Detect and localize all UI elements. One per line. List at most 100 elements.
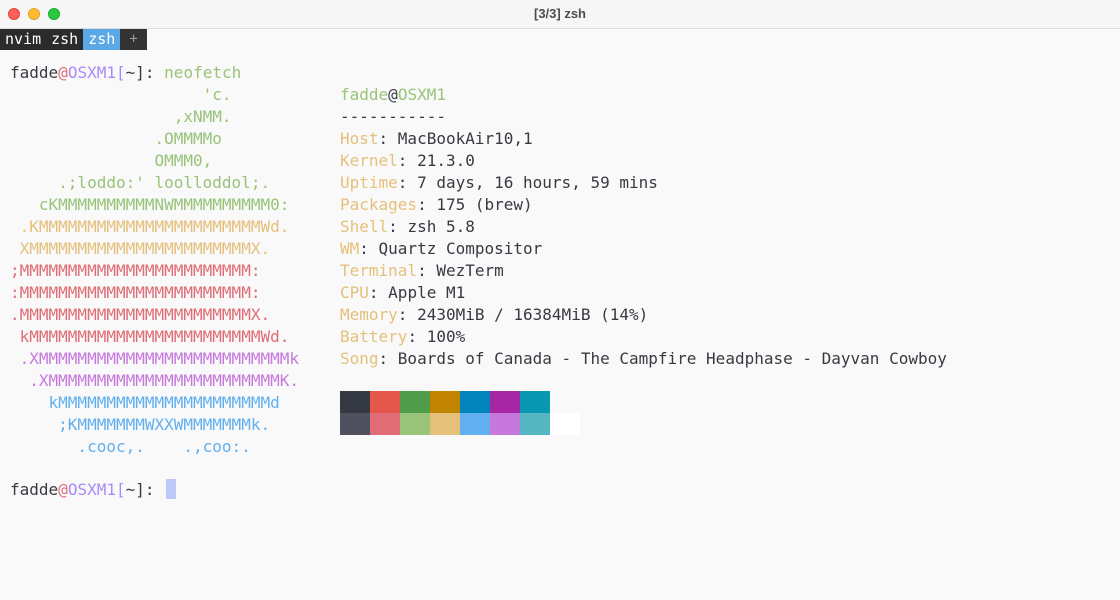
command-line: fadde@OSXM1[~]: neofetch bbox=[10, 62, 241, 84]
info-value: WezTerm bbox=[436, 261, 504, 280]
info-key-separator: : bbox=[368, 283, 389, 302]
info-row: Shell: zsh 5.8 bbox=[340, 216, 947, 238]
prompt-command: neofetch bbox=[164, 63, 242, 82]
info-value: Apple M1 bbox=[388, 283, 466, 302]
info-row: Terminal: WezTerm bbox=[340, 260, 947, 282]
logo-line: ;MMMMMMMMMMMMMMMMMMMMMMMM: bbox=[10, 261, 261, 280]
info-key: Uptime bbox=[340, 173, 398, 192]
info-key-separator: : bbox=[359, 239, 379, 258]
info-key-separator: : bbox=[378, 349, 398, 368]
color-swatch bbox=[370, 391, 400, 413]
info-key-separator: : bbox=[378, 129, 398, 148]
info-key-separator: : bbox=[417, 261, 437, 280]
prompt-bracket-close: ] bbox=[135, 480, 145, 499]
logo-line: kMMMMMMMMMMMMMMMMMMMMMMd bbox=[10, 393, 280, 412]
info-value: Quartz Compositor bbox=[378, 239, 543, 258]
color-swatch bbox=[460, 391, 490, 413]
info-host: OSXM1 bbox=[397, 85, 446, 104]
palette-bright-row bbox=[340, 413, 580, 435]
info-key-separator: : bbox=[417, 195, 437, 214]
info-row: CPU: Apple M1 bbox=[340, 282, 947, 304]
info-row: WM: Quartz Compositor bbox=[340, 238, 947, 260]
info-key: Packages bbox=[340, 195, 418, 214]
color-swatch bbox=[550, 391, 580, 413]
info-key: Battery bbox=[340, 327, 408, 346]
palette-normal-row bbox=[340, 391, 580, 413]
logo-line: .cooc,. .,coo:. bbox=[10, 437, 251, 456]
neofetch-apple-logo: 'c. ,xNMM. .OMMMMo OMMM0, .;loddo:' lool… bbox=[10, 84, 299, 458]
prompt-at: @ bbox=[58, 480, 68, 499]
info-value: zsh 5.8 bbox=[407, 217, 475, 236]
logo-line: cKMMMMMMMMMMNWMMMMMMMMMM0: bbox=[10, 195, 290, 214]
prompt-bracket-open: [ bbox=[115, 480, 126, 499]
info-key: Kernel bbox=[340, 151, 398, 170]
new-tab-button[interactable]: + bbox=[120, 29, 147, 50]
neofetch-info: fadde@OSXM1 ----------- Host: MacBookAir… bbox=[340, 84, 947, 370]
info-row: Host: MacBookAir10,1 bbox=[340, 128, 947, 150]
logo-line: kMMMMMMMMMMMMMMMMMMMMMMMMWd. bbox=[10, 327, 290, 346]
tab-zsh-2[interactable]: zsh bbox=[46, 29, 84, 50]
terminal-first-prompt: fadde@OSXM1[~]: neofetch bbox=[10, 62, 241, 84]
prompt-suffix: : bbox=[144, 63, 165, 82]
info-user: fadde bbox=[340, 85, 389, 104]
color-swatch bbox=[520, 391, 550, 413]
color-swatch bbox=[460, 413, 490, 435]
info-rows: Host: MacBookAir10,1 Kernel: 21.3.0 Uptime… bbox=[340, 128, 947, 370]
info-value: 100% bbox=[426, 327, 466, 346]
tab-bar: nvim zsh zsh + bbox=[0, 29, 147, 50]
info-key-separator: : bbox=[397, 151, 418, 170]
logo-line: .OMMMMo bbox=[10, 129, 222, 148]
color-swatch bbox=[490, 391, 520, 413]
prompt-bracket-close: ] bbox=[135, 63, 145, 82]
color-swatch bbox=[520, 413, 550, 435]
info-row: Kernel: 21.3.0 bbox=[340, 150, 947, 172]
info-value: MacBookAir10,1 bbox=[397, 129, 533, 148]
terminal-current-prompt[interactable]: fadde@OSXM1[~]: bbox=[10, 479, 177, 501]
title-bar: [3/3] zsh bbox=[0, 0, 1120, 29]
info-value: 175 (brew) bbox=[436, 195, 533, 214]
info-value: Boards of Canada - The Campfire Headphas… bbox=[397, 349, 947, 368]
color-swatch bbox=[340, 391, 370, 413]
logo-line: 'c. bbox=[10, 85, 232, 104]
logo-line: .XMMMMMMMMMMMMMMMMMMMMMMMMMMk bbox=[10, 349, 299, 368]
info-row: Packages: 175 (brew) bbox=[340, 194, 947, 216]
color-swatch bbox=[370, 413, 400, 435]
logo-line: .MMMMMMMMMMMMMMMMMMMMMMMMX. bbox=[10, 305, 271, 324]
info-row: Battery: 100% bbox=[340, 326, 947, 348]
info-key: WM bbox=[340, 239, 360, 258]
color-swatch bbox=[400, 413, 430, 435]
info-key: Host bbox=[340, 129, 379, 148]
logo-line: ;KMMMMMMMWXXWMMMMMMMk. bbox=[10, 415, 271, 434]
prompt-dir: ~ bbox=[125, 480, 136, 499]
info-key: Memory bbox=[340, 305, 398, 324]
info-value: 21.3.0 bbox=[417, 151, 475, 170]
prompt-user: fadde bbox=[10, 480, 59, 499]
info-separator: ----------- bbox=[340, 107, 446, 126]
info-title: fadde@OSXM1 bbox=[340, 84, 947, 106]
prompt-dir: ~ bbox=[125, 63, 136, 82]
info-at: @ bbox=[388, 85, 398, 104]
logo-line: .;loddo:' loolloddol;. bbox=[10, 173, 271, 192]
tab-zsh-3[interactable]: zsh bbox=[83, 29, 121, 50]
info-key-separator: : bbox=[388, 217, 408, 236]
logo-line: .KMMMMMMMMMMMMMMMMMMMMMMMWd. bbox=[10, 217, 290, 236]
color-swatch bbox=[550, 413, 580, 435]
color-swatch bbox=[430, 413, 460, 435]
logo-line: ,xNMM. bbox=[10, 107, 232, 126]
prompt-host: OSXM1 bbox=[67, 63, 116, 82]
info-key: Song bbox=[340, 349, 379, 368]
info-row: Memory: 2430MiB / 16384MiB (14%) bbox=[340, 304, 947, 326]
color-swatch bbox=[340, 413, 370, 435]
info-value: 7 days, 16 hours, 59 mins bbox=[417, 173, 658, 192]
window-title: [3/3] zsh bbox=[533, 6, 586, 21]
info-key-separator: : bbox=[407, 327, 427, 346]
tab-nvim[interactable]: nvim bbox=[0, 29, 47, 50]
info-key: CPU bbox=[340, 283, 369, 302]
prompt-host: OSXM1 bbox=[67, 480, 116, 499]
color-palette bbox=[340, 391, 580, 435]
logo-line: .XMMMMMMMMMMMMMMMMMMMMMMMMK. bbox=[10, 371, 299, 390]
info-key: Terminal bbox=[340, 261, 418, 280]
logo-line: :MMMMMMMMMMMMMMMMMMMMMMMM: bbox=[10, 283, 261, 302]
logo-line: OMMM0, bbox=[10, 151, 213, 170]
info-key-separator: : bbox=[397, 305, 418, 324]
